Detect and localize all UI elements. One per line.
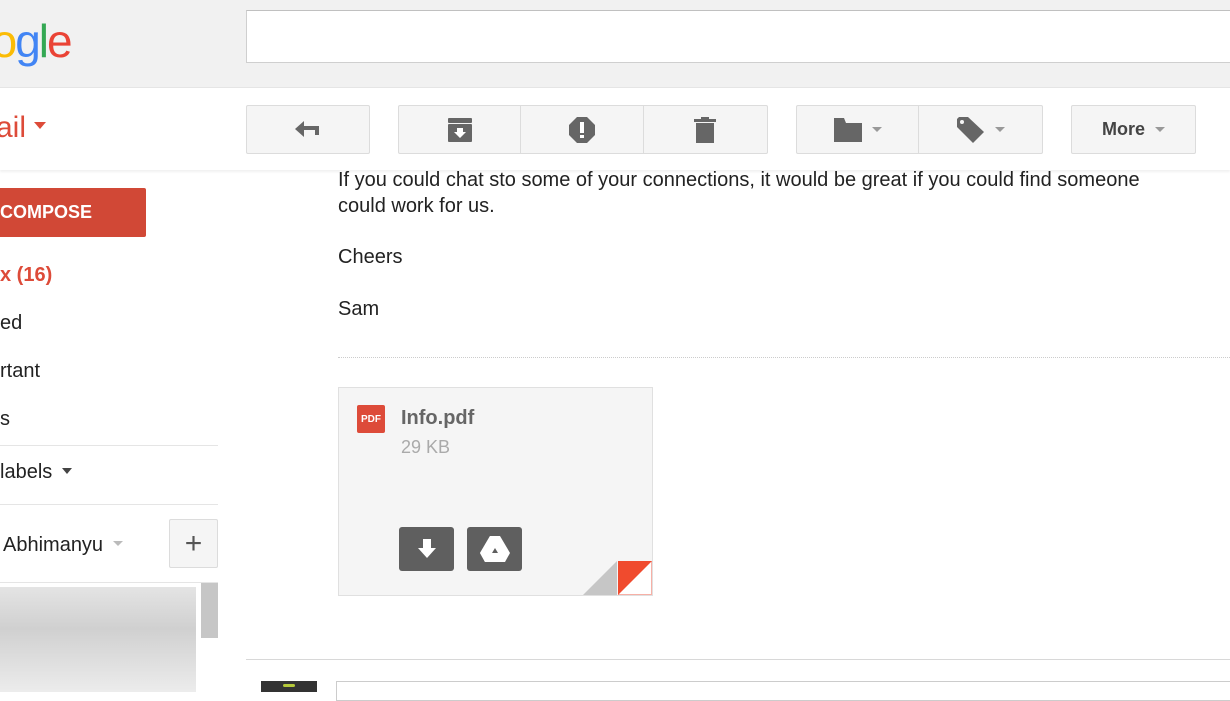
reply-button[interactable]: [246, 105, 370, 154]
sidebar-more-labels[interactable]: labels: [0, 461, 73, 484]
archive-icon: [447, 117, 472, 142]
search-input[interactable]: [246, 10, 1230, 63]
report-spam-button[interactable]: [521, 106, 644, 153]
folder-icon: [833, 117, 862, 142]
save-to-drive-button[interactable]: [467, 527, 522, 571]
sidebar-item-inbox[interactable]: x (16): [0, 264, 52, 287]
drive-icon: [479, 536, 510, 562]
logo-letter: g: [15, 15, 41, 67]
chevron-down-icon: [871, 127, 882, 132]
compose-button[interactable]: COMPOSE: [0, 188, 146, 237]
gmail-label: ail: [0, 111, 27, 144]
sidebar-item-chats[interactable]: s: [0, 408, 10, 431]
reply-input[interactable]: [336, 681, 1230, 701]
logo-letter: e: [47, 15, 73, 67]
attachment-card[interactable]: PDF Info.pdf 29 KB: [338, 387, 653, 596]
logo-letter: o: [0, 15, 17, 67]
avatar: [261, 681, 317, 692]
new-hangout-button[interactable]: +: [169, 519, 218, 568]
attachment-size: 29 KB: [401, 437, 451, 457]
message-signoff: Cheers: [338, 246, 403, 268]
message-actions-group: [398, 105, 768, 154]
delete-button[interactable]: [644, 106, 767, 153]
report-spam-icon: [569, 116, 596, 143]
sidebar-scrollbar[interactable]: [201, 583, 218, 638]
page-fold: [583, 561, 617, 595]
hangouts-user-name: Abhimanyu: [3, 534, 104, 556]
download-icon: [417, 539, 436, 558]
sidebar-divider: [0, 504, 218, 505]
hangouts-contact-image[interactable]: [0, 587, 196, 692]
more-button[interactable]: More: [1071, 105, 1196, 154]
sidebar-divider: [0, 582, 218, 583]
reply-icon: [295, 120, 319, 137]
move-to-button[interactable]: [797, 106, 920, 153]
message-line: If you could chat sto some of your conne…: [338, 169, 1140, 191]
sidebar-item-starred[interactable]: ed: [0, 312, 22, 335]
archive-button[interactable]: [399, 106, 522, 153]
chevron-down-icon: [113, 541, 124, 547]
pdf-corner: [618, 561, 652, 595]
organize-group: [796, 105, 1043, 154]
gmail-menu[interactable]: ail: [0, 111, 47, 145]
compose-label: COMPOSE: [0, 202, 93, 222]
google-logo[interactable]: oogle: [0, 14, 73, 68]
tag-icon: [956, 116, 984, 143]
hangouts-user-menu[interactable]: Abhimanyu: [3, 534, 124, 557]
chevron-down-icon: [1155, 127, 1165, 132]
download-button[interactable]: [399, 527, 454, 571]
plus-icon: +: [184, 526, 203, 560]
labels-button[interactable]: [919, 106, 1042, 153]
chevron-down-icon: [34, 121, 47, 129]
more-labels-label: labels: [0, 461, 53, 483]
attachment-name: Info.pdf: [401, 407, 475, 429]
chevron-down-icon: [62, 467, 73, 474]
trash-icon: [694, 116, 717, 143]
top-header: oogle: [0, 0, 1230, 88]
sidebar-divider: [0, 445, 218, 446]
sidebar-item-important[interactable]: rtant: [0, 360, 40, 383]
logo-letter: l: [38, 15, 49, 67]
more-label: More: [1101, 119, 1145, 139]
message-line: could work for us.: [338, 195, 495, 217]
attachment-divider: [338, 357, 1230, 358]
message-signature: Sam: [338, 298, 380, 320]
thread-divider: [246, 659, 1230, 660]
chevron-down-icon: [994, 127, 1005, 132]
pdf-icon: PDF: [357, 405, 385, 433]
